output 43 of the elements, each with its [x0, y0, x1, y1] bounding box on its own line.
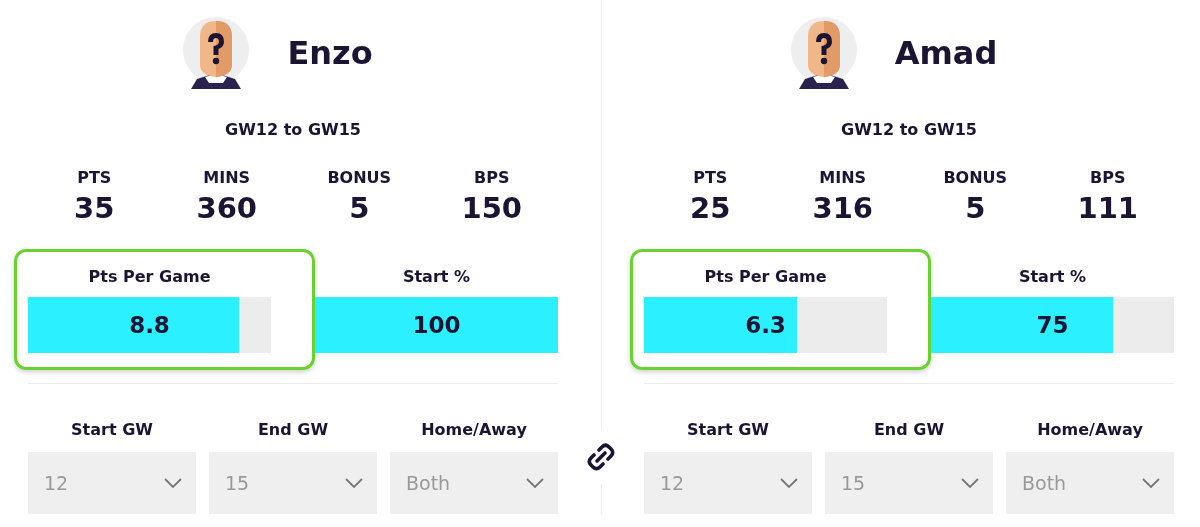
stat-value: 25: [689, 190, 732, 227]
stat-label: BPS: [1089, 168, 1127, 188]
stat-label: PTS: [76, 168, 113, 188]
stat-label: BONUS: [942, 168, 1009, 188]
stat-value: 5: [964, 190, 987, 227]
filter-label: End GW: [256, 419, 330, 441]
chevron-down-icon: [345, 478, 363, 488]
stat-label: BPS: [473, 168, 511, 188]
stat-value: 35: [73, 190, 116, 227]
stat-label: MINS: [202, 168, 252, 188]
gameweek-range: GW12 to GW15: [840, 119, 978, 141]
avatar-icon: [183, 17, 250, 89]
metric-label: Pts Per Game: [703, 266, 828, 288]
chevron-down-icon: [780, 478, 798, 488]
metric-value: 8.8: [129, 310, 170, 340]
chevron-down-icon: [961, 478, 979, 488]
chevron-down-icon: [526, 478, 544, 488]
stat-value: 150: [460, 190, 523, 227]
gameweek-range: GW12 to GW15: [224, 119, 362, 141]
metric-label: Start %: [1017, 266, 1088, 288]
filter-label: Home/Away: [420, 419, 528, 441]
avatar-icon: [790, 17, 857, 89]
metric-value: 75: [1036, 310, 1069, 340]
chevron-down-icon: [164, 478, 182, 488]
metric-value: 100: [412, 310, 461, 340]
filter-label: End GW: [872, 419, 946, 441]
chevron-down-icon: [1142, 478, 1160, 488]
player-name: Enzo: [287, 33, 373, 74]
stat-value: 111: [1076, 190, 1139, 227]
filter-label: Home/Away: [1036, 419, 1144, 441]
metric-value: 6.3: [745, 310, 786, 340]
metric-label: Start %: [401, 266, 472, 288]
stat-label: MINS: [818, 168, 868, 188]
filter-label: Start GW: [686, 419, 770, 441]
stat-value: 316: [811, 190, 874, 227]
link-icon[interactable]: [586, 442, 616, 472]
stat-label: BONUS: [326, 168, 393, 188]
stat-value: 5: [348, 190, 371, 227]
metric-label: Pts Per Game: [87, 266, 212, 288]
player-name: Amad: [894, 33, 998, 74]
filter-label: Start GW: [70, 419, 154, 441]
stat-label: PTS: [692, 168, 729, 188]
stat-value: 360: [195, 190, 258, 227]
